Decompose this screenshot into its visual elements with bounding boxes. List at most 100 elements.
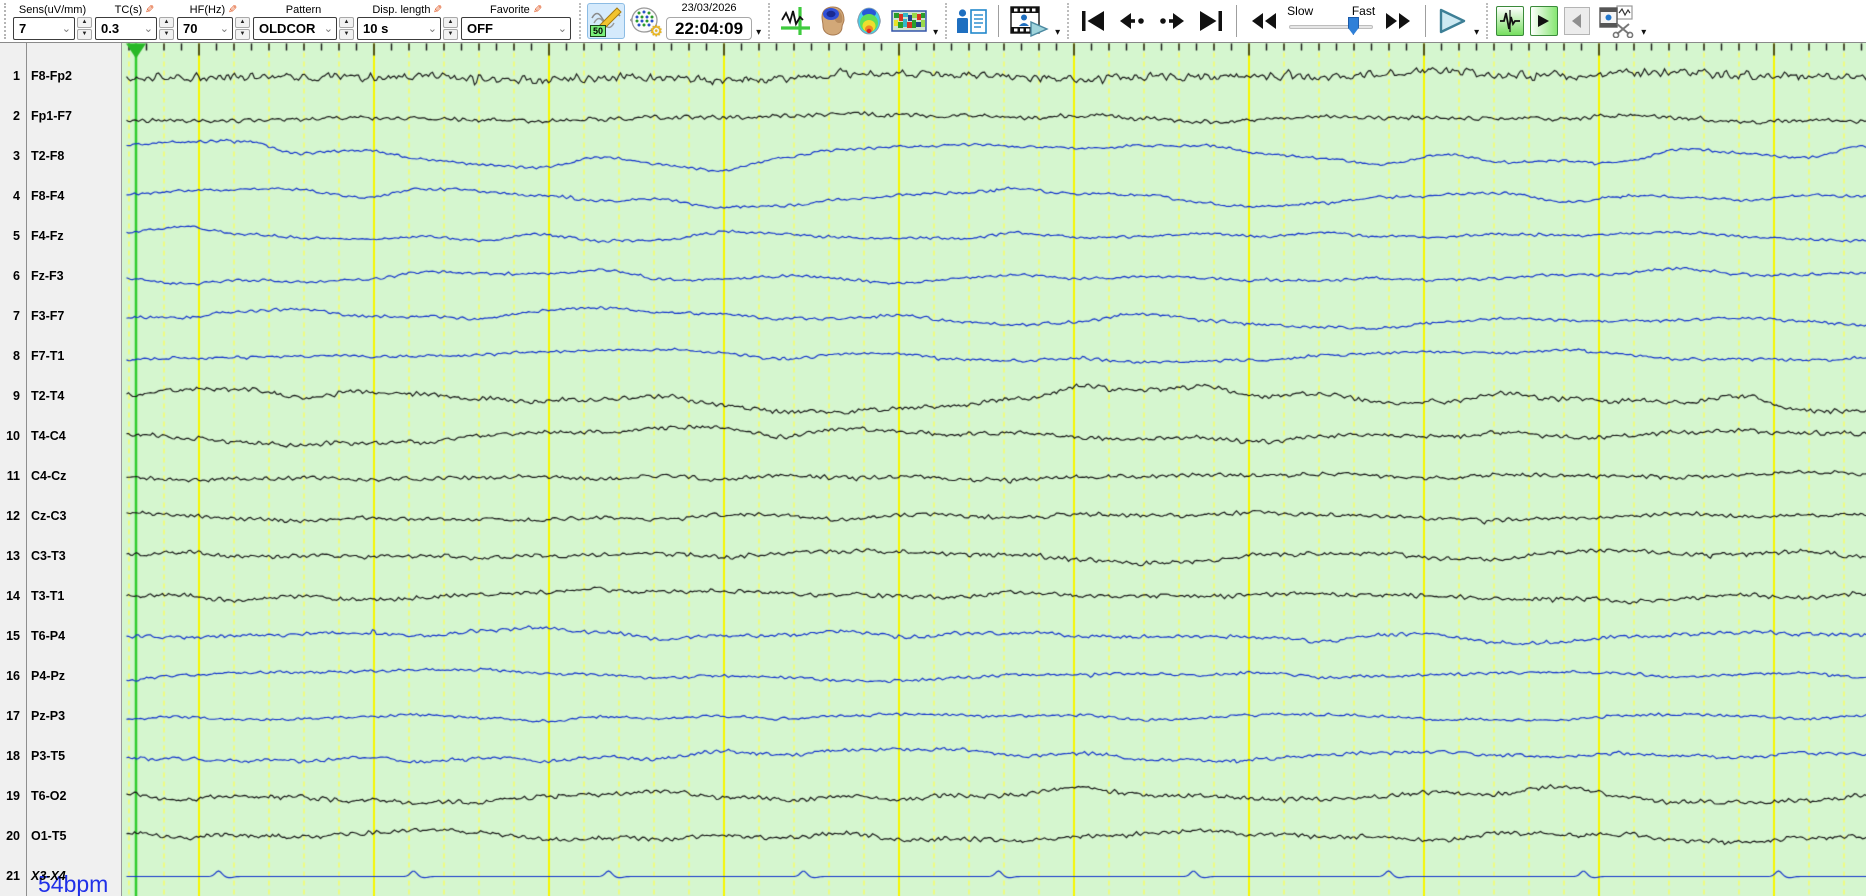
spinner-down-button[interactable]: ▼: [235, 28, 250, 40]
spinner-down-button[interactable]: ▼: [443, 28, 458, 40]
video-clip-scissors-icon: [1599, 5, 1634, 38]
date-label: 23/03/2026: [681, 2, 737, 14]
spinner-up-button[interactable]: ▲: [443, 16, 458, 28]
channel-number: 13: [6, 549, 20, 563]
head-3d-map-button[interactable]: [816, 3, 850, 39]
channel-row[interactable]: 16 P4-Pz: [0, 667, 121, 685]
play-icon: [1439, 8, 1466, 34]
channel-row[interactable]: 11 C4-Cz: [0, 467, 121, 485]
auto-scroll-button[interactable]: [1530, 6, 1559, 36]
play-dropdown-icon[interactable]: ▾: [1474, 28, 1479, 38]
param-combobox[interactable]: OFF ⌄: [461, 16, 571, 40]
param-combobox[interactable]: OLDCOR ⌄: [253, 16, 337, 40]
channel-row[interactable]: 5 F4-Fz: [0, 227, 121, 245]
channel-number: 2: [13, 109, 20, 123]
skip-to-start-button[interactable]: [1075, 3, 1111, 39]
eeg-content-area: 54bpm 1 F8-Fp2 2 Fp1-F7 3 T2-F8 4 F8-F4 5 F4-Fz 6 F…: [0, 42, 1866, 896]
electrode-map-settings-button[interactable]: ⚙: [627, 3, 663, 40]
channel-name: T2-F8: [31, 149, 65, 163]
spinner-down-button[interactable]: ▼: [159, 28, 174, 40]
channel-row[interactable]: 17 Pz-P3: [0, 707, 121, 725]
param-group-sens-uv-mm-: Sens(uV/mm) 7 ⌄ ▲ ▼: [13, 3, 92, 40]
step-forward-button[interactable]: [1153, 3, 1191, 39]
channel-name: P3-T5: [31, 749, 66, 763]
param-group-hf-hz-: HF(Hz) ✎ 70 ⌄ ▲ ▼: [177, 3, 250, 40]
video-dropdown-icon[interactable]: ▾: [1055, 28, 1060, 38]
channel-row[interactable]: 15 T6-P4: [0, 627, 121, 645]
param-label: TC(s): [114, 3, 143, 16]
previous-segment-button[interactable]: [1564, 7, 1591, 35]
speed-slider-track[interactable]: [1289, 25, 1374, 29]
param-value: 10 s: [363, 20, 389, 36]
channel-row[interactable]: 7 F3-F7: [0, 307, 121, 325]
channel-row[interactable]: 21 X3-X4: [0, 867, 121, 885]
channel-row[interactable]: 4 F8-F4: [0, 187, 121, 205]
spinner-down-button[interactable]: ▼: [77, 28, 92, 40]
pencil-icon[interactable]: ✎: [533, 3, 542, 16]
spinner-down-button[interactable]: ▼: [339, 28, 354, 40]
eeg-review-application: Sens(uV/mm) 7 ⌄ ▲ ▼ TC(s) ✎ 0.3 ⌄ ▲ ▼ HF(Hz) ✎ 70 ⌄ ▲ ▼ P…: [0, 0, 1866, 896]
channel-row[interactable]: 9 T2-T4: [0, 387, 121, 405]
param-combobox[interactable]: 0.3 ⌄: [95, 16, 157, 40]
channel-number: 8: [13, 349, 20, 363]
patient-info-button[interactable]: [953, 3, 991, 39]
waveform-cursor-icon: [781, 7, 811, 35]
channel-number: 6: [13, 269, 20, 283]
step-back-icon: [1120, 13, 1144, 29]
channel-number: 7: [13, 309, 20, 323]
step-back-button[interactable]: [1113, 3, 1151, 39]
channel-row[interactable]: 19 T6-O2: [0, 787, 121, 805]
param-combobox[interactable]: 7 ⌄: [13, 16, 75, 40]
channel-row[interactable]: 6 Fz-F3: [0, 267, 121, 285]
datetime-dropdown-icon[interactable]: ▾: [756, 28, 761, 38]
eeg-trace-canvas[interactable]: [122, 43, 1866, 896]
patient-info-icon: [957, 8, 987, 34]
channel-row[interactable]: 18 P3-T5: [0, 747, 121, 765]
play-button[interactable]: [1433, 3, 1471, 39]
speed-slider-thumb[interactable]: [1347, 17, 1359, 35]
param-combobox[interactable]: 70 ⌄: [177, 16, 233, 40]
spectrogram-button[interactable]: [888, 3, 930, 39]
param-combobox[interactable]: 10 s ⌄: [357, 16, 441, 40]
fast-forward-button[interactable]: [1378, 3, 1418, 39]
channel-name: T6-O2: [31, 789, 67, 803]
channel-row[interactable]: 20 O1-T5: [0, 827, 121, 845]
clip-dropdown-icon[interactable]: ▾: [1641, 28, 1646, 38]
channel-row[interactable]: 12 Cz-C3: [0, 507, 121, 525]
param-value: OLDCOR: [259, 20, 316, 36]
spinner-up-button[interactable]: ▲: [77, 16, 92, 28]
video-playback-button[interactable]: [1006, 3, 1052, 39]
channel-number: 9: [13, 389, 20, 403]
live-trace-button[interactable]: [1496, 6, 1525, 36]
channel-row[interactable]: 13 C3-T3: [0, 547, 121, 565]
notch-50hz-filter-button[interactable]: 50: [587, 3, 625, 39]
pencil-icon[interactable]: ✎: [228, 3, 237, 16]
spinner-up-button[interactable]: ▲: [339, 16, 354, 28]
spinner-up-button[interactable]: ▲: [159, 16, 174, 28]
speed-slider[interactable]: Slow Fast: [1287, 4, 1375, 38]
maps-dropdown-icon[interactable]: ▾: [933, 28, 938, 38]
skip-to-end-button[interactable]: [1193, 3, 1229, 39]
channel-row[interactable]: 10 T4-C4: [0, 427, 121, 445]
trace-cursor-button[interactable]: [776, 3, 814, 39]
param-value: 70: [183, 20, 198, 36]
rewind-button[interactable]: [1244, 3, 1284, 39]
chevron-down-icon: ⌄: [61, 22, 71, 35]
clip-video-button[interactable]: [1594, 3, 1638, 39]
channel-name: X3-X4: [31, 869, 66, 883]
head-3d-icon: [821, 6, 845, 36]
param-label: Pattern: [285, 3, 322, 16]
channel-row[interactable]: 14 T3-T1: [0, 587, 121, 605]
channel-row[interactable]: 1 F8-Fp2: [0, 67, 121, 85]
channel-row[interactable]: 3 T2-F8: [0, 147, 121, 165]
time-display[interactable]: 22:04:09: [666, 17, 753, 40]
param-spinner: ▲ ▼: [77, 16, 92, 40]
pencil-icon[interactable]: ✎: [433, 3, 442, 16]
topographic-map-button[interactable]: [852, 3, 886, 39]
channel-row[interactable]: 8 F7-T1: [0, 347, 121, 365]
separator: [1067, 3, 1070, 39]
channel-row[interactable]: 2 Fp1-F7: [0, 107, 121, 125]
pencil-icon[interactable]: ✎: [145, 3, 154, 16]
toolbar-grip[interactable]: [4, 3, 10, 39]
spinner-up-button[interactable]: ▲: [235, 16, 250, 28]
